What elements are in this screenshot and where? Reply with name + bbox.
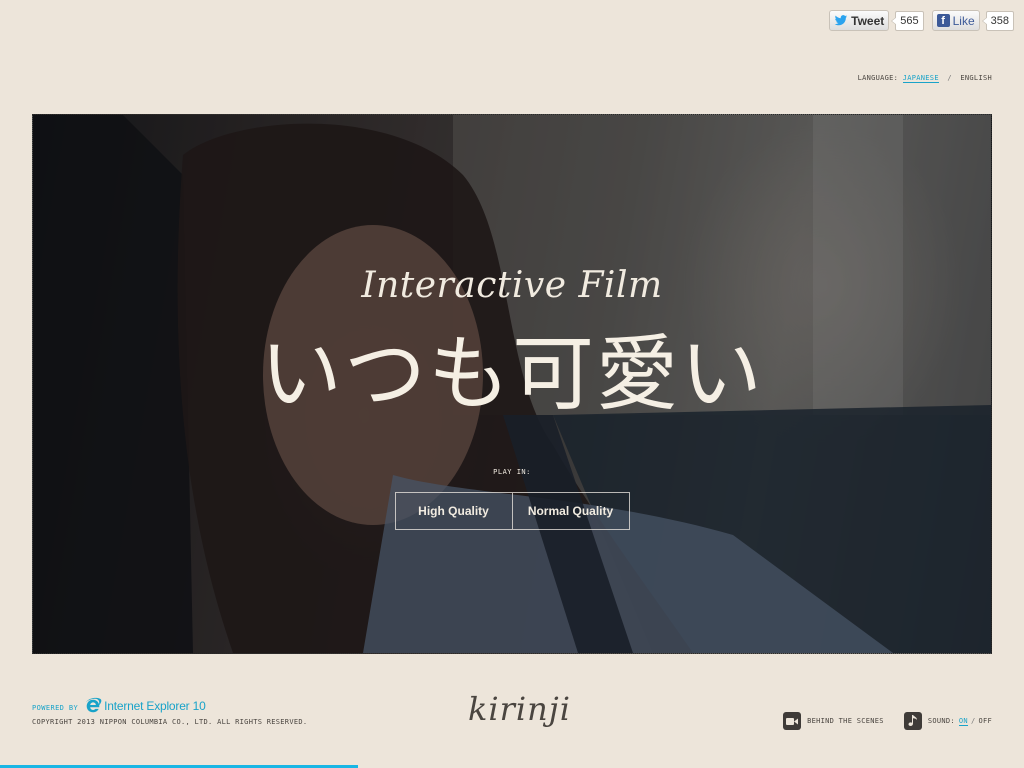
language-option-english[interactable]: ENGLISH <box>960 74 992 82</box>
tweet-count: 565 <box>891 10 924 31</box>
powered-by-label: POWERED BY <box>32 704 79 712</box>
quality-selector: High Quality Normal Quality <box>394 492 630 530</box>
hero-video-panel[interactable]: Interactive Film いつも可愛い PLAY IN: High Qu… <box>32 114 992 654</box>
internet-explorer-label: Internet Explorer 10 <box>104 699 206 713</box>
tweet-button[interactable]: Tweet <box>829 10 890 31</box>
sound-off-toggle[interactable]: OFF <box>978 717 992 725</box>
behind-the-scenes-label: BEHIND THE SCENES <box>807 717 884 725</box>
copyright-text: COPYRIGHT 2013 NIPPON COLUMBIA CO., LTD.… <box>32 718 308 726</box>
behind-the-scenes-link[interactable]: BEHIND THE SCENES <box>783 712 884 730</box>
facebook-icon: f <box>936 14 950 27</box>
sound-on-toggle[interactable]: ON <box>958 717 968 726</box>
internet-explorer-icon <box>85 697 102 713</box>
tweet-label: Tweet <box>851 13 885 28</box>
like-button[interactable]: f Like <box>931 10 980 31</box>
play-in-label: PLAY IN: <box>493 468 531 476</box>
social-buttons: Tweet 565 f Like 358 <box>829 10 1014 31</box>
footer-controls: BEHIND THE SCENES SOUND: ON / OFF <box>783 712 992 730</box>
language-separator: / <box>947 74 952 82</box>
like-count: 358 <box>981 10 1014 31</box>
sound-control: SOUND: ON / OFF <box>903 712 992 730</box>
normal-quality-button[interactable]: Normal Quality <box>511 493 629 529</box>
powered-by[interactable]: POWERED BY Internet Explorer 10 <box>32 697 206 715</box>
sound-label: SOUND: <box>927 717 955 725</box>
high-quality-button[interactable]: High Quality <box>396 493 512 529</box>
like-widget: f Like 358 <box>931 10 1014 31</box>
language-selector: LANGUAGE: JAPANESE / ENGLISH <box>857 74 992 83</box>
like-label: Like <box>952 13 975 28</box>
tweet-widget: Tweet 565 <box>829 10 924 31</box>
music-note-icon <box>903 712 922 730</box>
sound-separator: / <box>970 717 976 725</box>
hero-content: Interactive Film いつも可愛い PLAY IN: High Qu… <box>33 115 991 653</box>
language-option-japanese[interactable]: JAPANESE <box>902 74 939 83</box>
video-camera-icon <box>783 712 802 730</box>
kirinji-logo[interactable]: kirinji <box>468 690 571 728</box>
language-label: LANGUAGE: <box>857 74 899 82</box>
hero-title: いつも可愛い <box>259 327 764 422</box>
twitter-bird-icon <box>834 15 848 26</box>
hero-subtitle: Interactive Film <box>361 265 663 306</box>
